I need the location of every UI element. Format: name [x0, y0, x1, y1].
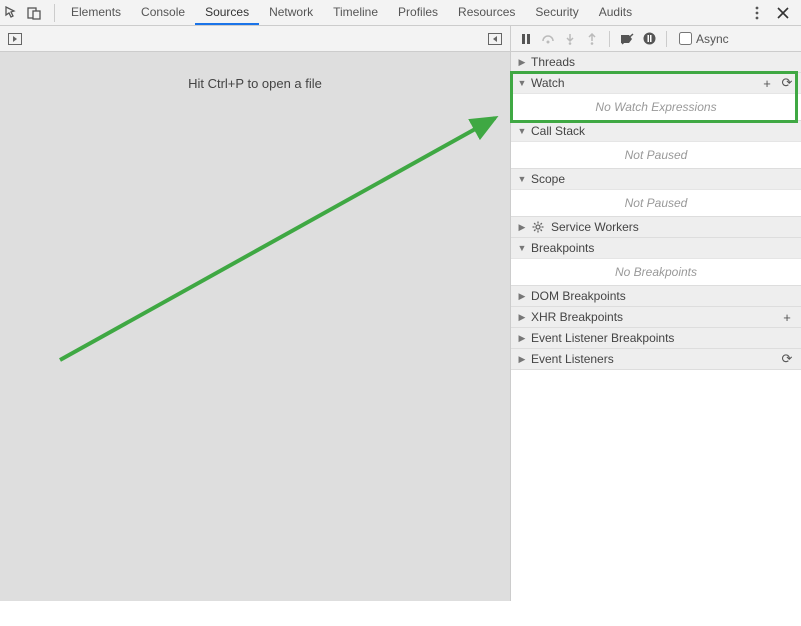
watch-label: Watch	[531, 76, 755, 90]
chevron-down-icon: ▼	[517, 78, 527, 88]
xhrbreakpoints-label: XHR Breakpoints	[531, 310, 775, 324]
eventlistenerbp-label: Event Listener Breakpoints	[531, 331, 795, 345]
editor-toolbar	[0, 26, 511, 51]
chevron-right-icon: ▶	[517, 291, 527, 302]
tab-timeline[interactable]: Timeline	[323, 0, 388, 25]
step-over-icon[interactable]	[539, 30, 557, 48]
section-serviceworkers: ▶ Service Workers	[511, 217, 801, 238]
threads-label: Threads	[531, 55, 795, 69]
tab-network[interactable]: Network	[259, 0, 323, 25]
chevron-down-icon: ▼	[517, 126, 527, 136]
inspect-icon[interactable]	[4, 5, 20, 21]
add-xhr-icon[interactable]: +	[779, 309, 795, 325]
device-mode-icon[interactable]	[26, 5, 42, 21]
tab-resources[interactable]: Resources	[448, 0, 525, 25]
show-navigator-icon[interactable]	[6, 30, 24, 48]
section-eventlistenerbp: ▶ Event Listener Breakpoints	[511, 328, 801, 349]
section-breakpoints: ▼ Breakpoints No Breakpoints	[511, 238, 801, 286]
debugger-sidebar: ▶ Threads ▼ Watch + ⟳ No Watch Expressio…	[511, 52, 801, 626]
watch-body: No Watch Expressions	[511, 93, 801, 120]
section-xhrbreakpoints: ▶ XHR Breakpoints +	[511, 307, 801, 328]
section-scope: ▼ Scope Not Paused	[511, 169, 801, 217]
callstack-header[interactable]: ▼ Call Stack	[511, 121, 801, 141]
async-label: Async	[696, 32, 729, 46]
chevron-right-icon: ▶	[517, 222, 527, 233]
tab-profiles[interactable]: Profiles	[388, 0, 448, 25]
step-out-icon[interactable]	[583, 30, 601, 48]
serviceworkers-header[interactable]: ▶ Service Workers	[511, 217, 801, 237]
scope-body: Not Paused	[511, 189, 801, 216]
async-checkbox[interactable]	[679, 32, 692, 45]
separator	[666, 31, 667, 47]
tab-audits[interactable]: Audits	[589, 0, 642, 25]
topbar-right	[749, 5, 797, 21]
dombreakpoints-label: DOM Breakpoints	[531, 289, 795, 303]
separator	[54, 4, 55, 22]
chevron-right-icon: ▶	[517, 333, 527, 344]
breakpoints-label: Breakpoints	[531, 241, 795, 255]
scope-label: Scope	[531, 172, 795, 186]
chevron-right-icon: ▶	[517, 354, 527, 365]
chevron-right-icon: ▶	[517, 312, 527, 323]
sources-subbar: Async	[0, 26, 801, 52]
close-icon[interactable]	[775, 5, 791, 21]
section-callstack: ▼ Call Stack Not Paused	[511, 121, 801, 169]
section-threads: ▶ Threads	[511, 52, 801, 73]
section-eventlisteners: ▶ Event Listeners ⟳	[511, 349, 801, 370]
show-debugger-icon[interactable]	[486, 30, 504, 48]
debugger-toolbar: Async	[511, 26, 801, 51]
section-watch: ▼ Watch + ⟳ No Watch Expressions	[511, 73, 801, 121]
callstack-label: Call Stack	[531, 124, 795, 138]
step-into-icon[interactable]	[561, 30, 579, 48]
deactivate-breakpoints-icon[interactable]	[618, 30, 636, 48]
refresh-listeners-icon[interactable]: ⟳	[779, 351, 795, 367]
callstack-body: Not Paused	[511, 141, 801, 168]
editor-hint: Hit Ctrl+P to open a file	[188, 76, 322, 91]
gear-icon[interactable]	[531, 219, 545, 235]
tab-security[interactable]: Security	[525, 0, 588, 25]
section-dombreakpoints: ▶ DOM Breakpoints	[511, 286, 801, 307]
tab-sources[interactable]: Sources	[195, 0, 259, 25]
async-checkbox-wrap[interactable]: Async	[679, 32, 729, 46]
chevron-down-icon: ▼	[517, 174, 527, 184]
pause-icon[interactable]	[517, 30, 535, 48]
menu-icon[interactable]	[749, 5, 765, 21]
separator	[609, 31, 610, 47]
devtools-tabs: Elements Console Sources Network Timelin…	[61, 0, 642, 25]
threads-header[interactable]: ▶ Threads	[511, 52, 801, 72]
serviceworkers-label: Service Workers	[551, 220, 795, 234]
main-area: Hit Ctrl+P to open a file ▶ Threads ▼ Wa…	[0, 52, 801, 626]
watch-header[interactable]: ▼ Watch + ⟳	[511, 73, 801, 93]
pause-on-exceptions-icon[interactable]	[640, 30, 658, 48]
eventlisteners-header[interactable]: ▶ Event Listeners ⟳	[511, 349, 801, 369]
eventlistenerbp-header[interactable]: ▶ Event Listener Breakpoints	[511, 328, 801, 348]
topbar-left-icons	[4, 5, 48, 21]
breakpoints-header[interactable]: ▼ Breakpoints	[511, 238, 801, 258]
chevron-right-icon: ▶	[517, 57, 527, 68]
eventlisteners-label: Event Listeners	[531, 352, 775, 366]
editor-pane: Hit Ctrl+P to open a file	[0, 52, 511, 601]
refresh-watch-icon[interactable]: ⟳	[779, 75, 795, 91]
dombreakpoints-header[interactable]: ▶ DOM Breakpoints	[511, 286, 801, 306]
xhrbreakpoints-header[interactable]: ▶ XHR Breakpoints +	[511, 307, 801, 327]
tab-console[interactable]: Console	[131, 0, 195, 25]
tab-elements[interactable]: Elements	[61, 0, 131, 25]
add-watch-icon[interactable]: +	[759, 75, 775, 91]
scope-header[interactable]: ▼ Scope	[511, 169, 801, 189]
breakpoints-body: No Breakpoints	[511, 258, 801, 285]
chevron-down-icon: ▼	[517, 243, 527, 253]
devtools-topbar: Elements Console Sources Network Timelin…	[0, 0, 801, 26]
